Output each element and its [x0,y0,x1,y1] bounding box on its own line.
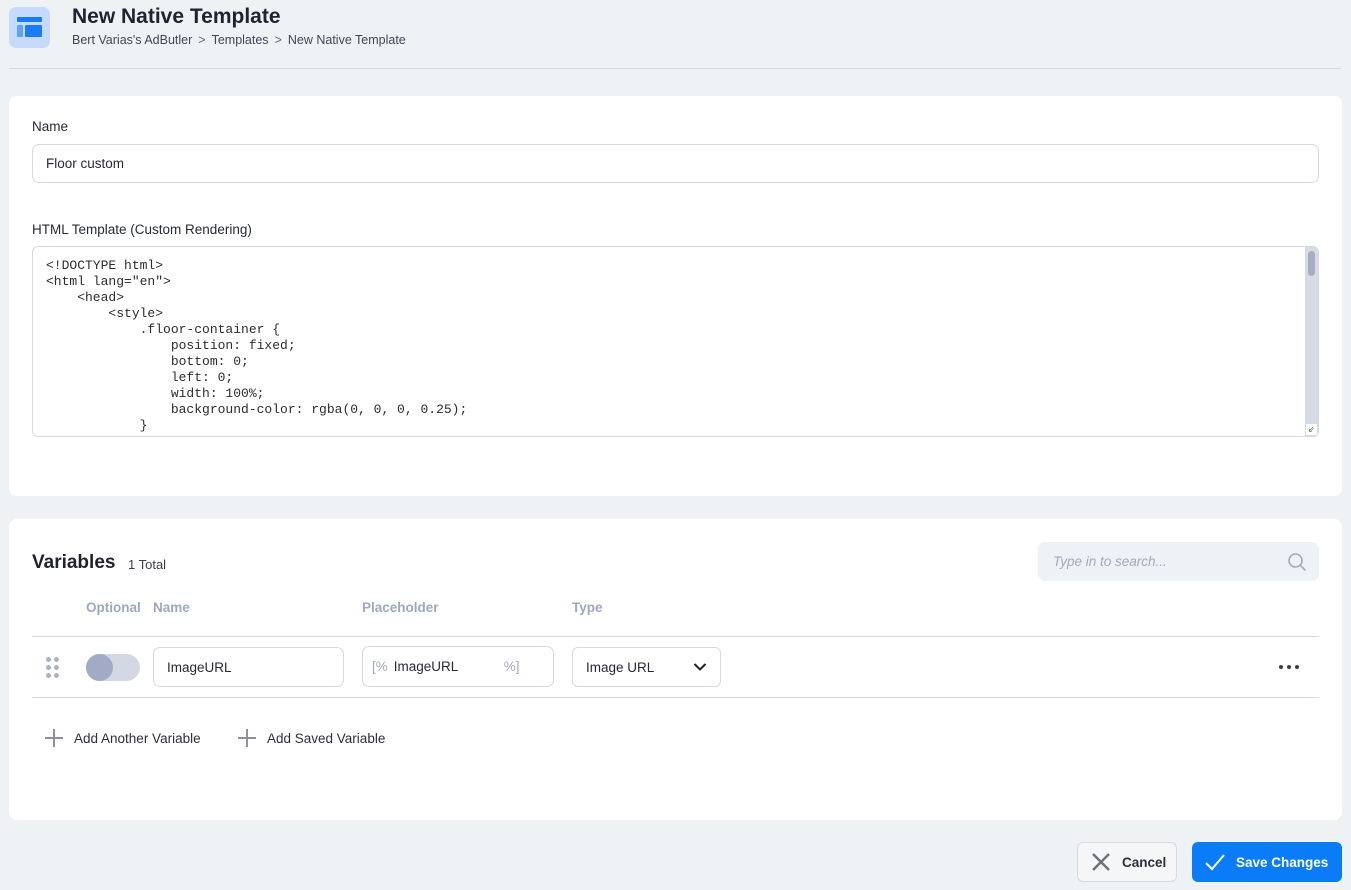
editor-scroll-thumb[interactable] [1308,251,1315,276]
variables-search[interactable] [1038,542,1319,581]
breadcrumb-item-account[interactable]: Bert Varias's AdButler [72,33,192,47]
html-template-code[interactable]: <!DOCTYPE html> <html lang="en"> <head> … [46,258,467,434]
html-template-editor[interactable]: <!DOCTYPE html> <html lang="en"> <head> … [32,246,1319,437]
divider [32,636,1319,637]
add-saved-variable-button[interactable]: Add Saved Variable [237,728,385,748]
plus-icon [237,728,257,748]
variable-type-value: Image URL [586,659,655,675]
search-icon[interactable] [1287,552,1307,572]
column-header-type: Type [572,600,603,615]
divider [32,697,1319,698]
add-another-variable-button[interactable]: Add Another Variable [44,728,201,748]
close-icon [1092,853,1110,871]
native-template-icon [9,7,50,48]
variables-count: 1 Total [128,557,167,572]
column-header-name: Name [153,600,190,615]
page-header: New Native Template Bert Varias's AdButl… [9,0,1341,69]
save-changes-button[interactable]: Save Changes [1192,842,1342,882]
column-header-placeholder: Placeholder [362,600,439,615]
breadcrumb-item-current: New Native Template [287,33,406,47]
save-changes-label: Save Changes [1236,854,1329,870]
variable-type-select[interactable]: Image URL [572,647,721,687]
placeholder-prefix: [% [372,659,388,674]
optional-toggle[interactable] [86,654,140,681]
variable-name-value: ImageURL [167,659,232,675]
template-details-card: Name Floor custom HTML Template (Custom … [9,96,1342,496]
name-label: Name [32,119,69,134]
variables-title: Variables [32,552,116,573]
name-field[interactable]: Floor custom [32,144,1319,183]
cancel-label: Cancel [1122,854,1167,870]
variable-name-input[interactable]: ImageURL [153,647,344,687]
checkmark-icon [1205,854,1225,871]
breadcrumb-item-templates[interactable]: Templates [212,33,269,47]
breadcrumb-separator: > [198,33,206,47]
variable-placeholder-input[interactable]: [% ImageURL %] [362,646,554,687]
add-another-variable-label: Add Another Variable [74,730,201,746]
breadcrumb: Bert Varias's AdButler > Templates > New… [72,33,406,47]
html-template-label: HTML Template (Custom Rendering) [32,222,252,237]
placeholder-value: ImageURL [393,659,459,674]
placeholder-suffix: %] [503,659,520,674]
drag-handle-icon[interactable] [46,657,60,679]
breadcrumb-separator: > [274,33,282,47]
more-options-icon[interactable] [1279,657,1299,677]
name-field-value: Floor custom [46,156,125,171]
variables-search-input[interactable] [1053,542,1273,581]
cancel-button[interactable]: Cancel [1077,842,1177,882]
column-header-optional: Optional [86,600,141,615]
resize-handle-icon[interactable]: ⇙ [1306,424,1317,435]
plus-icon [44,728,64,748]
variables-card: Variables 1 Total Optional Name Placehol… [9,519,1342,820]
add-saved-variable-label: Add Saved Variable [267,730,386,746]
editor-scrollbar[interactable] [1305,247,1318,436]
page-title: New Native Template [72,5,281,28]
chevron-down-icon [693,663,707,671]
